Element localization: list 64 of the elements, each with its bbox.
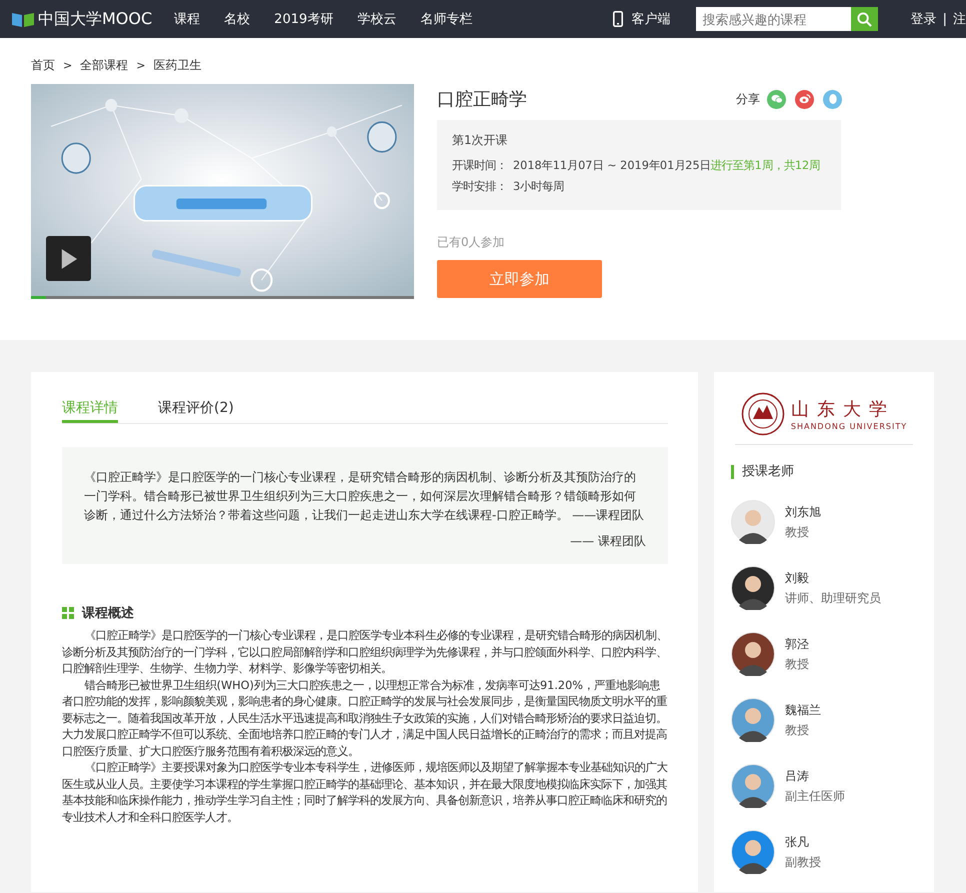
teachers-heading: 授课老师 [731, 465, 917, 479]
nav-link[interactable]: 2019考研 [274, 10, 334, 28]
app-download-link[interactable]: 客户端 [632, 10, 671, 28]
teacher-name[interactable]: 刘东旭 [785, 504, 821, 520]
teacher-name[interactable]: 魏福兰 [785, 702, 821, 718]
search-icon [856, 12, 872, 26]
share-label: 分享 [736, 90, 760, 108]
nav-link[interactable]: 名校 [224, 10, 250, 28]
tab[interactable]: 课程评价(2) [158, 390, 234, 423]
separator-text: | [942, 12, 947, 26]
teacher-name[interactable]: 刘毅 [785, 570, 881, 586]
avatar-icon[interactable] [731, 764, 775, 808]
teacher-title: 副教授 [785, 854, 821, 870]
nav-link[interactable]: 名师专栏 [420, 10, 472, 28]
grid-icon [62, 607, 74, 619]
overview-paragraph: 《口腔正畸学》主要授课对象为口腔医学专业本专科学生，进修医师，规培医师以及期望了解掌握本专业基础知识的广大医生或从业人员。主要使学习本课程的学生掌握口腔正畸学的基础理论、基本知识，并在最大限度地模拟临床实际下，加强其基本技能和临床操作能力，推动学生学习自主性；同时了解学科的发展方向、具备创新意识，培养从事口腔正畸临床和研究的专业技术人才和全科口腔医学人才。 [62, 760, 668, 826]
schedule-value: 3小时每周 [513, 179, 564, 195]
book-logo-icon [12, 11, 34, 27]
breadcrumb-link[interactable]: 医药卫生 [153, 56, 202, 74]
term-label: 第1次开课 [452, 132, 509, 149]
signature-text: —— 课程团队 [569, 533, 646, 550]
search-button[interactable] [850, 7, 878, 31]
course-title: 口腔正畸学 [437, 88, 528, 111]
login-link[interactable]: 登录 [910, 10, 937, 28]
university-seal-icon [740, 392, 785, 436]
site-logo-text[interactable]: 中国大学MOOC [38, 8, 152, 30]
nav-link[interactable]: 学校云 [357, 10, 396, 28]
progress-status: 进行至第1周，共12周 [710, 158, 820, 174]
nav-link[interactable]: 课程 [174, 10, 200, 28]
teacher-name[interactable]: 张凡 [785, 834, 821, 850]
teacher-name[interactable]: 郭泾 [785, 636, 809, 652]
teacher-title: 教授 [785, 656, 809, 672]
avatar-icon[interactable] [731, 830, 775, 874]
play-icon [60, 248, 78, 270]
weibo-share-button[interactable] [795, 90, 814, 108]
teacher-title: 副主任医师 [785, 788, 845, 804]
teacher-title: 讲师、助理研究员 [785, 590, 881, 606]
breadcrumb-link[interactable]: 首页 [31, 56, 55, 74]
schedule-label: 开课时间： [452, 158, 507, 174]
search-field[interactable]: 搜索感兴趣的课程 [696, 7, 851, 31]
play-button[interactable] [46, 236, 91, 281]
intro-text: 《口腔正畸学》是口腔医学的一门核心专业课程，是研究错合畸形的病因机制、诊断分析及其预防治疗的一门学科。错合畸形已被世界卫生组织列为三大口腔疾患之一，如何深层次理解错合畸形？错颌畸形如何诊断，通过什么方法矫治？带着这些问题，让我们一起走进山东大学在线课程-口腔正畸学。 ——课程团队 [84, 469, 646, 524]
university-name: SHANDONG UNIVERSITY [790, 422, 908, 430]
eye-swirl-icon [798, 94, 810, 104]
schedule-value: 2018年11月07日 ~ 2019年01月25日 [513, 158, 711, 174]
breadcrumb-link[interactable]: 全部课程 [80, 56, 128, 74]
university-calligraphy: 山东大学 [790, 398, 895, 422]
section-heading: 课程概述 [82, 605, 134, 622]
teacher-title: 教授 [785, 524, 810, 540]
teacher-name[interactable]: 吕涛 [785, 768, 845, 784]
overview-paragraph: 错合畸形已被世界卫生组织(WHO)列为三大口腔疾患之一，以理想正常合为标准，发病率可达91.20%，严重地影响患者口腔功能的发挥，影响颜貌美观，影响患者的身心健康。口腔正畸学的发展与社会发展同步，是衡量国民物质文明水平的重要标志之一。随着我国改革开放，人民生活水平迅速提高和取消独生子女政策的实施，人们对错合畸形矫治的要求日益迫切。大力发展口腔正畸学不但可以系统、全面地培养口腔正畸的专门人才，满足中国人民日益增长的正畸治疗的需求；而且对提高口腔医疗质量、扩大口腔医疗服务范围有着积极深远的意义。 [62, 678, 668, 760]
breadcrumb-separator: > [136, 58, 146, 72]
schedule-label: 学时安排： [452, 179, 507, 195]
phone-icon [612, 11, 623, 27]
avatar-icon[interactable] [731, 566, 775, 610]
breadcrumb-separator: > [63, 58, 72, 72]
enrolled-count: 已有0人参加 [437, 234, 506, 251]
chat-bubbles-icon [770, 94, 782, 104]
teacher-title: 教授 [785, 722, 810, 738]
avatar-icon[interactable] [731, 698, 775, 742]
avatar-icon[interactable] [731, 632, 775, 676]
register-link[interactable]: 注 [953, 10, 966, 28]
overview-paragraph: 《口腔正畸学》是口腔医学的一门核心专业课程，是口腔医学专业本科生必修的专业课程，是研究错合畸形的病因机制、诊断分析及其预防治疗的一门学科，它以口腔局部解剖学和口腔组织病理学为先修课程，并与口腔颌面外科学、口腔内科学、口腔解剖生理学、生物学、生物力学、材料学、影像学等密切相关。 [62, 628, 668, 677]
avatar-icon[interactable] [731, 500, 775, 544]
